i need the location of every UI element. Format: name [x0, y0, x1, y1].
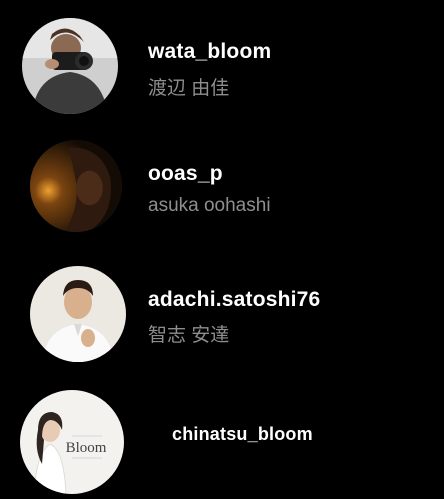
username[interactable]: wata_bloom — [148, 40, 271, 64]
full-name: 智志 安達 — [148, 325, 230, 346]
full-name: asuka oohashi — [148, 195, 271, 216]
bloom-logo-icon: Bloom — [20, 390, 124, 494]
username[interactable]: ooas_p — [148, 162, 223, 186]
list-item[interactable]: adachi.satoshi76 智志 安達 — [0, 256, 444, 374]
username[interactable]: adachi.satoshi76 — [148, 288, 320, 312]
man-in-white-shirt-icon — [30, 266, 126, 362]
list-item[interactable]: Bloom chinatsu_bloom — [0, 384, 444, 499]
user-list: wata_bloom 渡辺 由佳 ooas_p asuka oohashi ad… — [0, 0, 444, 499]
avatar[interactable]: Bloom — [20, 390, 124, 494]
avatar[interactable] — [30, 140, 122, 232]
list-item[interactable]: ooas_p asuka oohashi — [0, 118, 444, 236]
bloom-logo-text: Bloom — [66, 440, 107, 456]
full-name: 渡辺 由佳 — [148, 78, 230, 99]
list-item[interactable]: wata_bloom 渡辺 由佳 — [0, 0, 444, 118]
avatar[interactable] — [30, 266, 126, 362]
dim-portrait-icon — [30, 140, 122, 232]
username[interactable]: chinatsu_bloom — [172, 424, 313, 445]
avatar[interactable] — [22, 18, 118, 114]
person-with-camera-icon — [22, 18, 118, 114]
